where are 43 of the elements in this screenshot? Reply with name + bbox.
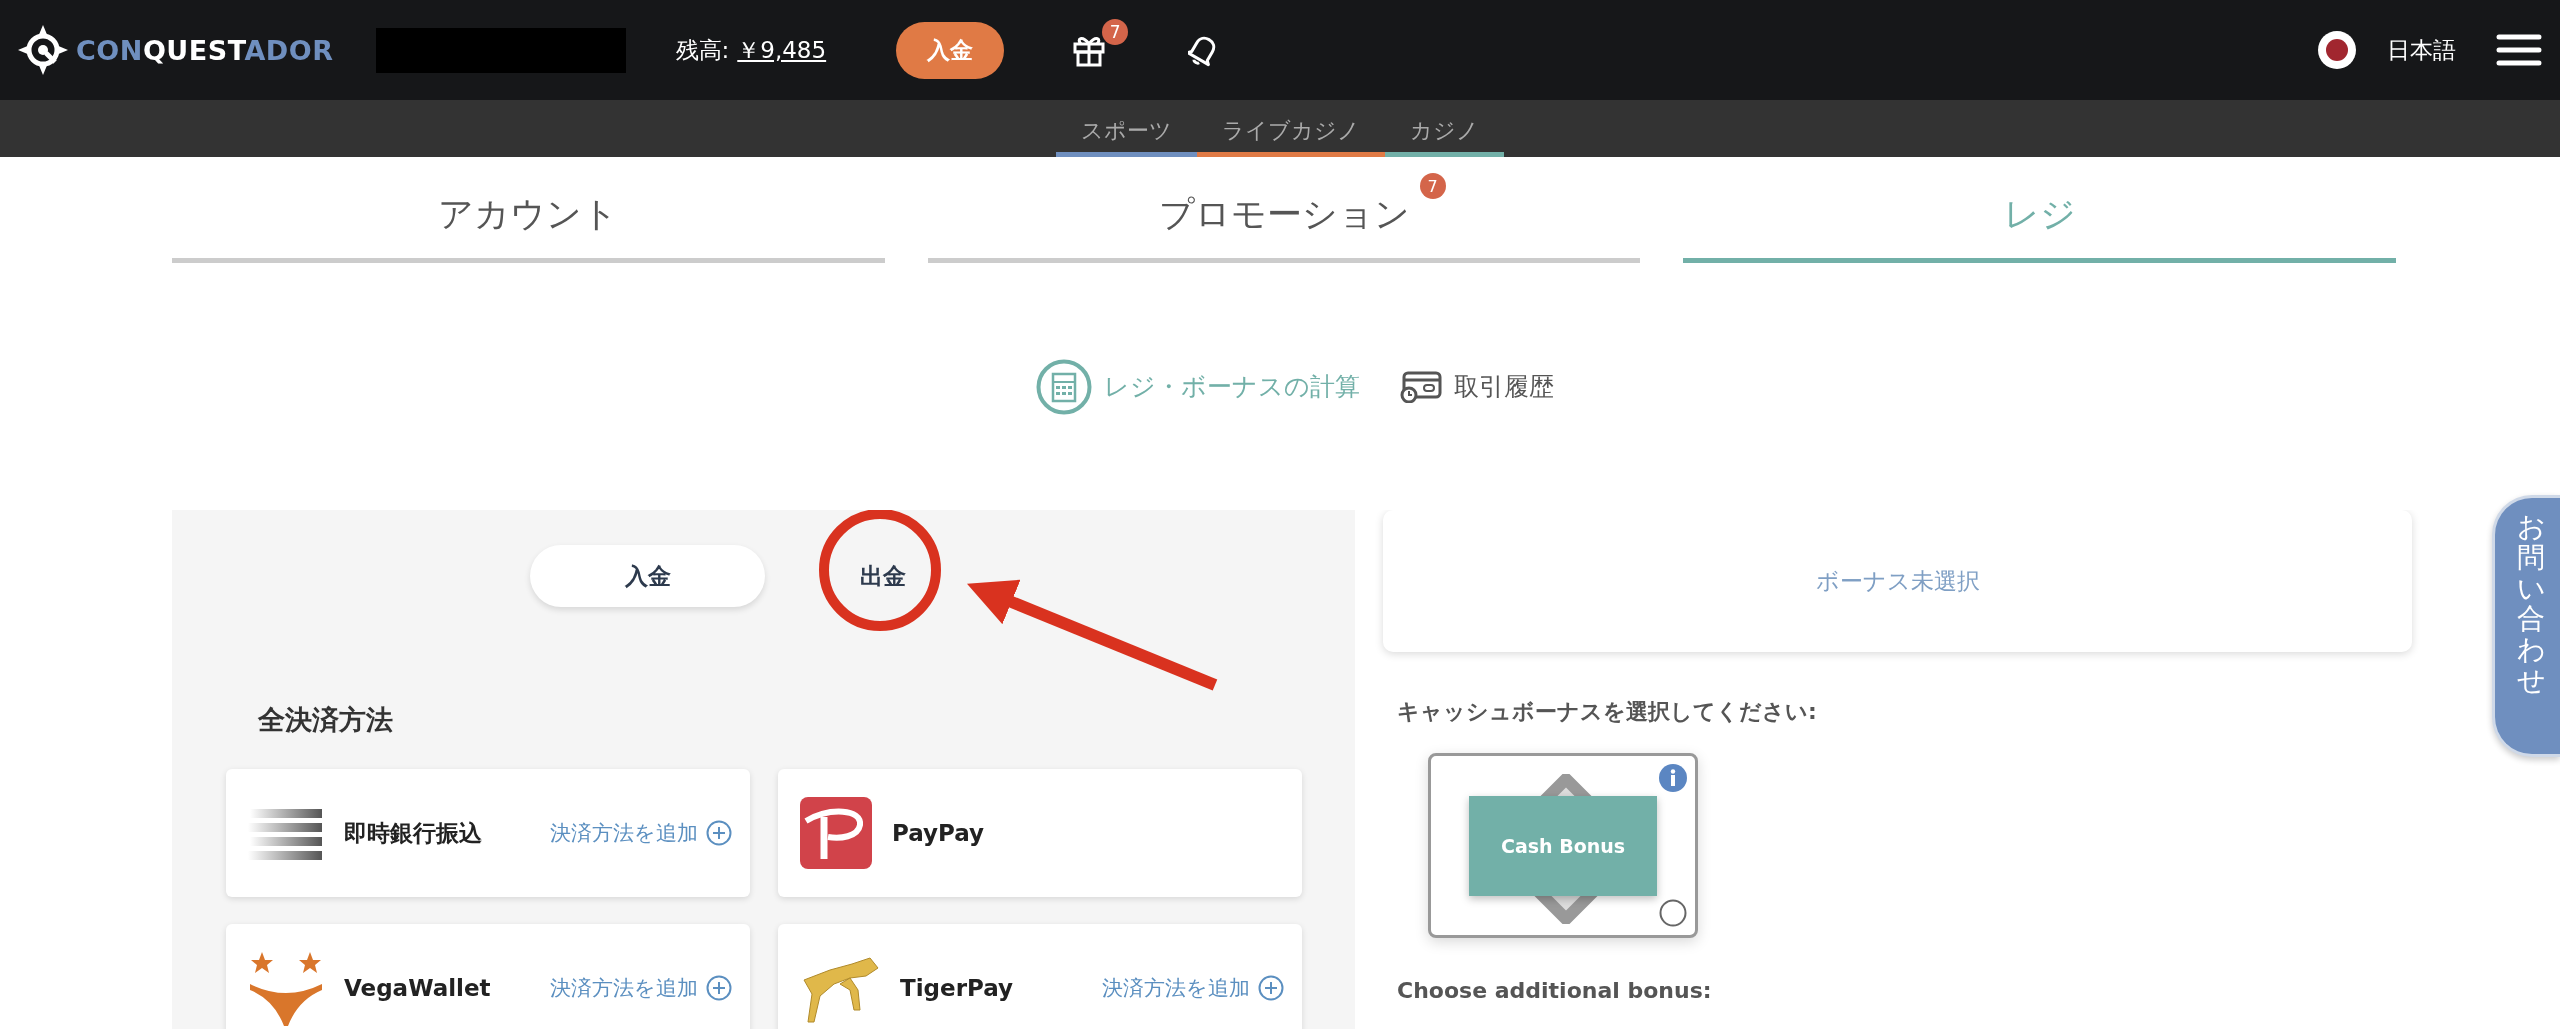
plus-circle-icon — [706, 975, 732, 1001]
plus-circle-icon — [706, 820, 732, 846]
cashier-link[interactable]: 取引履歴 — [1400, 370, 1554, 403]
stars-v-icon — [248, 950, 324, 1026]
payment-method-card[interactable]: 即時銀行振込 決済方法を追加 — [226, 769, 750, 897]
radio-button[interactable] — [1659, 899, 1687, 927]
payment-method-card[interactable]: PayPay — [778, 769, 1302, 897]
tab[interactable]: アカウント — [172, 157, 885, 263]
paypay-icon — [800, 797, 872, 869]
tab[interactable]: プロモーション 7 — [927, 157, 1641, 263]
logo-icon[interactable] — [18, 25, 68, 75]
balance-amount[interactable]: ￥9,485 — [737, 34, 827, 66]
section-heading: Choose additional bonus: — [1397, 978, 1713, 1003]
payment-method-name: TigerPay — [900, 975, 1014, 1001]
menu-button[interactable] — [2496, 33, 2542, 67]
calculator-icon — [1036, 358, 1092, 415]
add-method-link[interactable]: 決済方法を追加 — [550, 819, 732, 847]
add-method-link[interactable]: 決済方法を追加 — [1102, 974, 1284, 1002]
add-method-link[interactable]: 決済方法を追加 — [550, 974, 732, 1002]
category-tab[interactable]: カジノ — [1385, 100, 1504, 157]
japan-flag-icon[interactable] — [2317, 30, 2357, 70]
logo-text[interactable]: CONQUESTADOR — [76, 34, 334, 66]
notification-badge: 7 — [1419, 173, 1446, 199]
payment-method-name: VegaWallet — [344, 975, 491, 1001]
section-heading: 全決済方法 — [258, 703, 394, 737]
mode-toggle-button[interactable]: 入金 — [530, 545, 765, 607]
category-tab[interactable]: ライブカジノ — [1197, 100, 1385, 157]
category-tab[interactable]: スポーツ — [1056, 100, 1197, 157]
notification-badge: 7 — [1102, 19, 1129, 45]
section-heading: キャッシュボーナスを選択してください: — [1397, 698, 1818, 726]
menu-icon — [2496, 33, 2542, 67]
bonus-status-box: ボーナス未選択 — [1383, 510, 2412, 652]
plus-circle-icon — [1258, 975, 1284, 1001]
payment-method-name: PayPay — [892, 820, 985, 846]
payment-method-name: 即時銀行振込 — [344, 818, 482, 848]
bonus-label: Cash Bonus — [1469, 795, 1657, 896]
info-icon[interactable] — [1659, 764, 1687, 792]
language-selector[interactable]: 日本語 — [2387, 34, 2456, 66]
card-clock-icon — [1400, 370, 1442, 403]
mode-toggle-button[interactable]: 出金 — [765, 545, 1000, 607]
payment-method-card[interactable]: VegaWallet 決済方法を追加 — [226, 924, 750, 1029]
balance-label: 残高: — [675, 35, 730, 65]
payment-method-card[interactable]: TigerPay 決済方法を追加 — [778, 924, 1302, 1029]
